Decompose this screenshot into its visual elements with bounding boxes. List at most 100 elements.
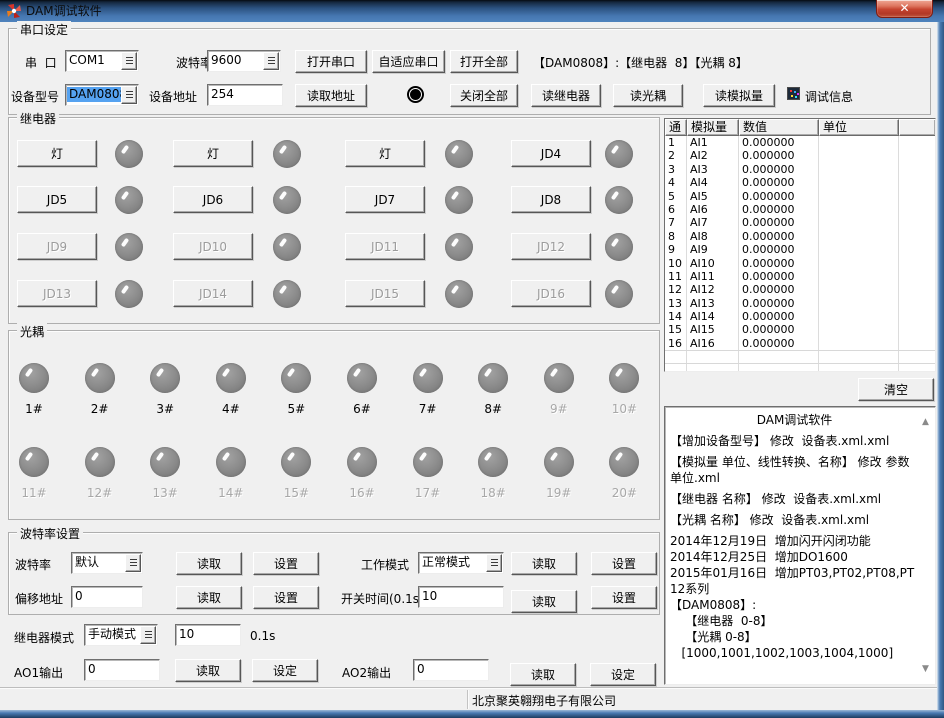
table-row-9[interactable]: 9AI90.000000	[665, 243, 935, 256]
column-header-3[interactable]: 数值	[739, 119, 819, 136]
table-row-7[interactable]: 7AI70.000000	[665, 216, 935, 229]
read-relay-button[interactable]: 读继电器	[531, 84, 601, 107]
scroll-down-icon[interactable]: ▼	[920, 664, 931, 674]
work-mode-set-button[interactable]: 设置	[591, 552, 657, 575]
status-bar: 北京聚英翱翔电子有限公司	[0, 687, 937, 710]
chevron-down-icon[interactable]	[486, 554, 502, 572]
ao1-read-button[interactable]: 读取	[175, 659, 241, 682]
relay-button-12[interactable]: JD12	[511, 233, 591, 260]
table-row-8[interactable]: 8AI80.000000	[665, 230, 935, 243]
table-cell: 11	[665, 270, 687, 283]
baud-set-button[interactable]: 设置	[253, 552, 319, 575]
relay-button-5[interactable]: JD5	[17, 186, 97, 213]
open-all-button[interactable]: 打开全部	[450, 50, 518, 73]
table-cell: AI4	[687, 176, 739, 189]
relay-led-3	[445, 140, 473, 168]
debug-info-panel[interactable]: DAM调试软件【增加设备型号】 修改 设备表.xml.xml【模拟量 单位、线性…	[664, 406, 936, 685]
open-port-button[interactable]: 打开串口	[295, 50, 367, 73]
relay-button-11[interactable]: JD11	[345, 233, 425, 260]
close-button[interactable]: ✕	[876, 0, 933, 18]
adaptive-port-button[interactable]: 自适应串口	[372, 50, 445, 73]
analog-table[interactable]: 通模拟量数值单位 1AI10.0000002AI20.0000003AI30.0…	[664, 118, 936, 372]
table-row-14[interactable]: 14AI140.000000	[665, 310, 935, 323]
relay-button-9[interactable]: JD9	[17, 233, 97, 260]
column-header-5[interactable]	[899, 119, 935, 136]
offset-input[interactable]: 0	[71, 586, 143, 608]
ao2-input[interactable]: 0	[413, 659, 489, 681]
table-row-10[interactable]: 10AI100.000000	[665, 257, 935, 270]
ao1-set-button[interactable]: 设定	[252, 659, 318, 682]
column-header-4[interactable]: 单位	[819, 119, 899, 136]
table-row-1[interactable]: 1AI10.000000	[665, 136, 935, 149]
table-cell	[899, 323, 935, 336]
chevron-down-icon[interactable]	[121, 86, 137, 104]
relay-button-8[interactable]: JD8	[511, 186, 591, 213]
opto-led-10	[609, 363, 639, 393]
window-border-bottom	[0, 710, 944, 718]
info-line-15: 【继电器 0-8】	[670, 613, 919, 629]
relay-button-1[interactable]: 灯	[17, 140, 97, 167]
ao1-input[interactable]: 0	[84, 659, 160, 681]
table-row-16[interactable]: 16AI160.000000	[665, 337, 935, 350]
read-opto-button[interactable]: 读光耦	[613, 84, 683, 107]
relay-time-input[interactable]: 10	[175, 624, 241, 646]
chevron-down-icon[interactable]	[121, 52, 137, 70]
read-analog-button[interactable]: 读模拟量	[703, 84, 775, 107]
table-row-12[interactable]: 12AI120.000000	[665, 283, 935, 296]
relay-button-13[interactable]: JD13	[17, 280, 97, 307]
baud-select[interactable]: 9600	[207, 50, 281, 72]
table-row-4[interactable]: 4AI40.000000	[665, 176, 935, 189]
chevron-down-icon[interactable]	[125, 554, 141, 572]
relay-button-14[interactable]: JD14	[173, 280, 253, 307]
relay-button-10[interactable]: JD10	[173, 233, 253, 260]
switch-time-set-button[interactable]: 设置	[591, 586, 657, 609]
column-header-1[interactable]: 通	[665, 119, 687, 136]
work-mode-read-button[interactable]: 读取	[511, 552, 577, 575]
baud2-select[interactable]: 默认	[71, 552, 143, 574]
table-row-15[interactable]: 15AI150.000000	[665, 323, 935, 336]
ao2-read-button[interactable]: 读取	[510, 663, 576, 686]
switch-time-read-button[interactable]: 读取	[511, 590, 577, 613]
table-cell	[819, 257, 899, 270]
clear-button[interactable]: 清空	[858, 378, 934, 401]
info-line-12: 2014年12月25日 增加DO1600	[670, 549, 919, 565]
switch-time-input[interactable]: 10	[418, 586, 504, 608]
work-mode-select[interactable]: 正常模式	[418, 552, 504, 574]
address-input[interactable]: 254	[207, 84, 283, 106]
opto-led-20	[609, 447, 639, 477]
relay-button-16[interactable]: JD16	[511, 280, 591, 307]
relay-button-4[interactable]: JD4	[511, 140, 591, 167]
table-cell: 0.000000	[739, 163, 819, 176]
table-cell: 9	[665, 243, 687, 256]
table-cell	[739, 364, 819, 372]
table-row-6[interactable]: 6AI60.000000	[665, 203, 935, 216]
chevron-down-icon[interactable]	[263, 52, 279, 70]
offset-set-button[interactable]: 设置	[253, 586, 319, 609]
relay-button-3[interactable]: 灯	[345, 140, 425, 167]
scroll-up-icon[interactable]: ▲	[920, 417, 931, 427]
ao2-set-button[interactable]: 设定	[590, 663, 656, 686]
table-row-11[interactable]: 11AI110.000000	[665, 270, 935, 283]
relay-button-7[interactable]: JD7	[345, 186, 425, 213]
relay-led-2	[273, 140, 301, 168]
column-header-2[interactable]: 模拟量	[687, 119, 739, 136]
model-select[interactable]: DAM0808	[65, 84, 139, 106]
close-all-button[interactable]: 关闭全部	[450, 84, 518, 107]
table-row-3[interactable]: 3AI30.000000	[665, 163, 935, 176]
chevron-down-icon[interactable]	[140, 626, 156, 644]
offset-read-button[interactable]: 读取	[176, 586, 242, 609]
relay-button-6[interactable]: JD6	[173, 186, 253, 213]
relay-mode-select[interactable]: 手动模式	[84, 624, 158, 646]
table-cell: AI1	[687, 136, 739, 149]
port-select[interactable]: COM1	[65, 50, 139, 72]
table-row-13[interactable]: 13AI130.000000	[665, 297, 935, 310]
table-row-5[interactable]: 5AI50.000000	[665, 190, 935, 203]
relay-button-2[interactable]: 灯	[173, 140, 253, 167]
read-address-button[interactable]: 读取地址	[295, 84, 367, 107]
relay-button-15[interactable]: JD15	[345, 280, 425, 307]
baud-read-button[interactable]: 读取	[176, 552, 242, 575]
table-cell: 14	[665, 310, 687, 323]
table-cell	[819, 351, 899, 362]
table-row-2[interactable]: 2AI20.000000	[665, 149, 935, 162]
relay-led-6	[273, 186, 301, 214]
